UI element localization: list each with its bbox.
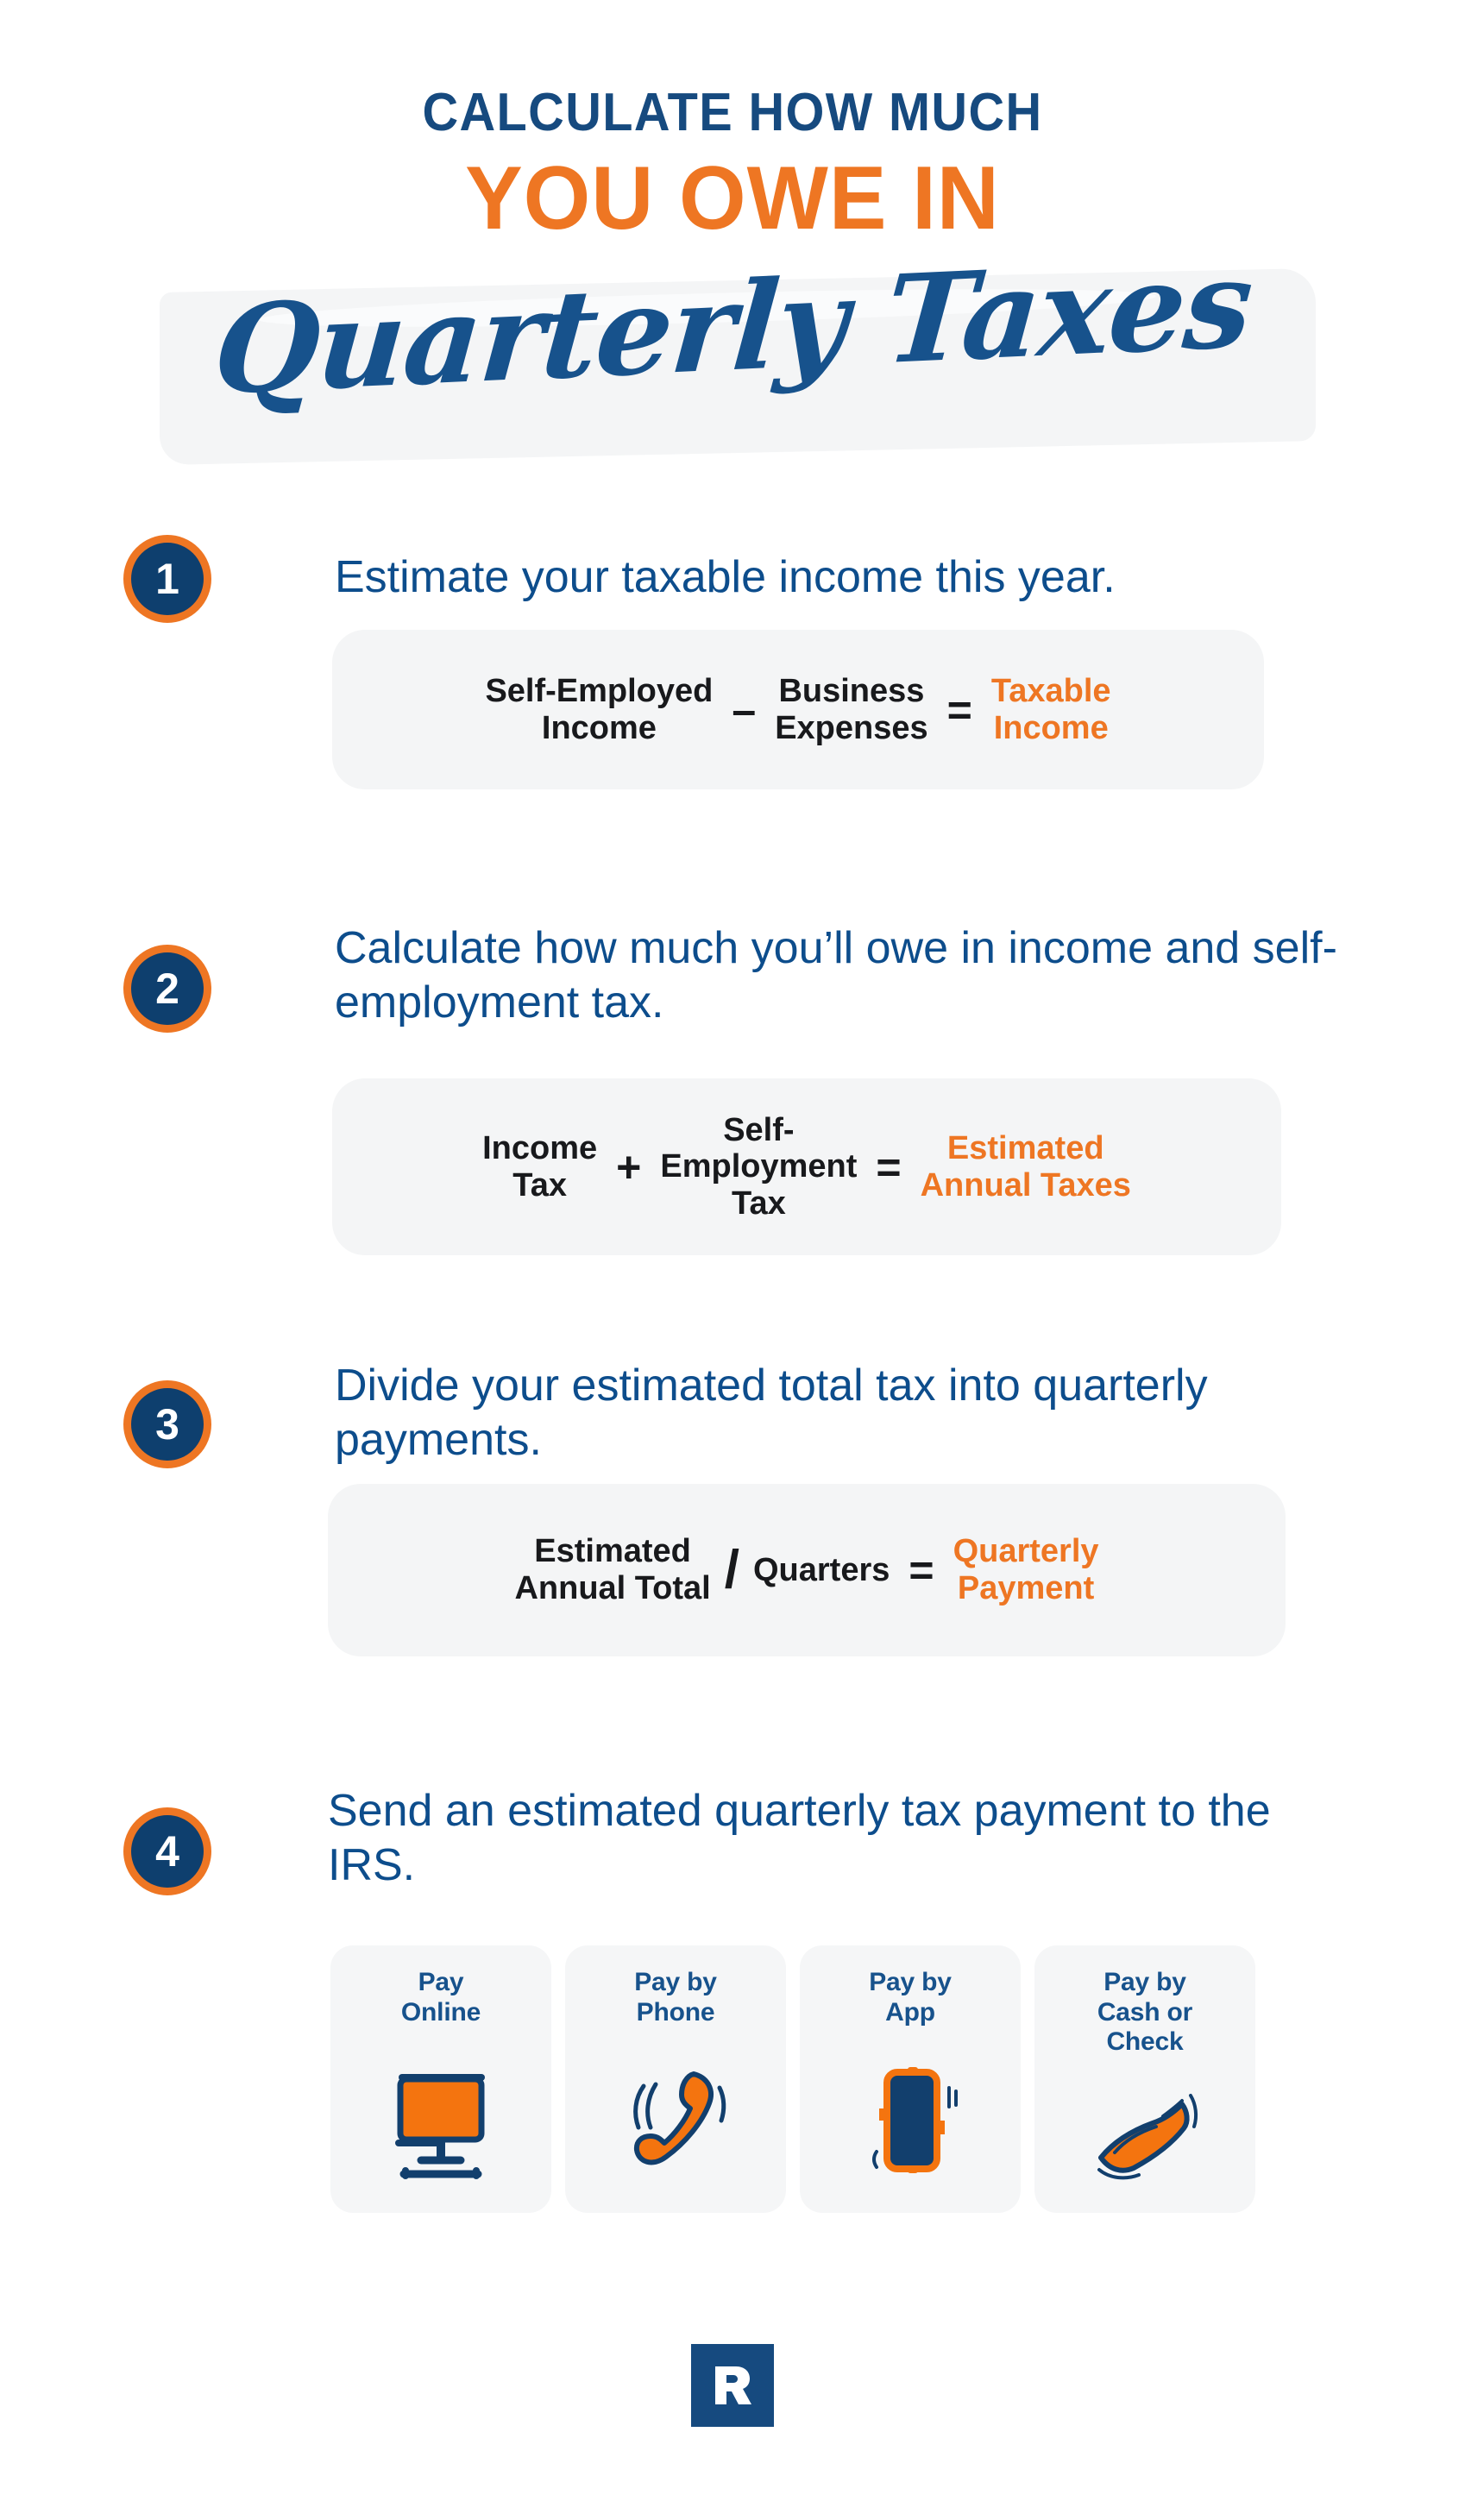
formula-term: Quarters bbox=[752, 1551, 890, 1588]
monitor-icon bbox=[330, 2027, 551, 2213]
payment-card-phone[interactable]: Pay by Phone bbox=[565, 1945, 786, 2213]
formula-operator: / bbox=[724, 1540, 739, 1599]
step-1-heading: Estimate your taxable income this year. bbox=[335, 552, 1116, 602]
step-4-heading: Send an estimated quarterly tax payment … bbox=[328, 1786, 1271, 1891]
formula-operator: = bbox=[876, 1142, 902, 1191]
formula-operator: = bbox=[909, 1546, 934, 1594]
payment-card-label: Pay Online bbox=[400, 1968, 481, 2027]
payment-card-online[interactable]: Pay Online bbox=[330, 1945, 551, 2213]
phone-handset-icon bbox=[565, 2027, 786, 2213]
title-line-2: YOU OWE IN bbox=[465, 148, 1000, 248]
step-4-badge: 4 bbox=[123, 1807, 211, 1895]
step-2-formula: Income Tax + Self- Employment Tax = Esti… bbox=[332, 1078, 1281, 1255]
payment-methods-list: Pay Online Pay by Phone Pay by App Pay b… bbox=[330, 1945, 1262, 2213]
mobile-phone-icon bbox=[800, 2027, 1021, 2213]
formula-term: Self-Employed Income bbox=[485, 672, 714, 746]
payment-card-app[interactable]: Pay by App bbox=[800, 1945, 1021, 2213]
formula-result: Estimated Annual Taxes bbox=[920, 1129, 1131, 1203]
formula-term: Self- Employment Tax bbox=[660, 1111, 858, 1222]
step-1-formula: Self-Employed Income – Business Expenses… bbox=[332, 630, 1264, 789]
payment-card-label: Pay by App bbox=[869, 1968, 952, 2027]
formula-term: Income Tax bbox=[482, 1129, 598, 1203]
step-3-heading: Divide your estimated total tax into qua… bbox=[335, 1361, 1208, 1466]
payment-card-label: Pay by Cash or Check bbox=[1097, 1968, 1193, 2056]
cash-check-icon bbox=[1034, 2058, 1255, 2214]
step-3-badge: 3 bbox=[123, 1380, 211, 1468]
formula-operator: + bbox=[616, 1142, 642, 1191]
payment-card-cash-check[interactable]: Pay by Cash or Check bbox=[1034, 1945, 1255, 2213]
formula-term: Estimated Annual Total bbox=[514, 1533, 711, 1606]
formula-result: Taxable Income bbox=[990, 672, 1111, 746]
step-2-heading: Calculate how much you’ll owe in income … bbox=[335, 923, 1337, 1028]
formula-operator: – bbox=[732, 685, 757, 734]
formula-result: Quarterly Payment bbox=[953, 1533, 1099, 1606]
step-3-formula: Estimated Annual Total / Quarters = Quar… bbox=[328, 1484, 1286, 1656]
title-line-1: CALCULATE HOW MUCH bbox=[422, 83, 1043, 142]
formula-operator: = bbox=[946, 685, 972, 734]
header: CALCULATE HOW MUCH YOU OWE IN Quarterly … bbox=[0, 0, 1465, 518]
logo-letter-r-icon bbox=[715, 2366, 751, 2404]
ramsey-logo bbox=[691, 2344, 774, 2427]
step-2-badge: 2 bbox=[123, 945, 211, 1033]
payment-card-label: Pay by Phone bbox=[634, 1968, 717, 2027]
formula-term: Business Expenses bbox=[775, 672, 928, 746]
step-1-badge: 1 bbox=[123, 535, 211, 623]
